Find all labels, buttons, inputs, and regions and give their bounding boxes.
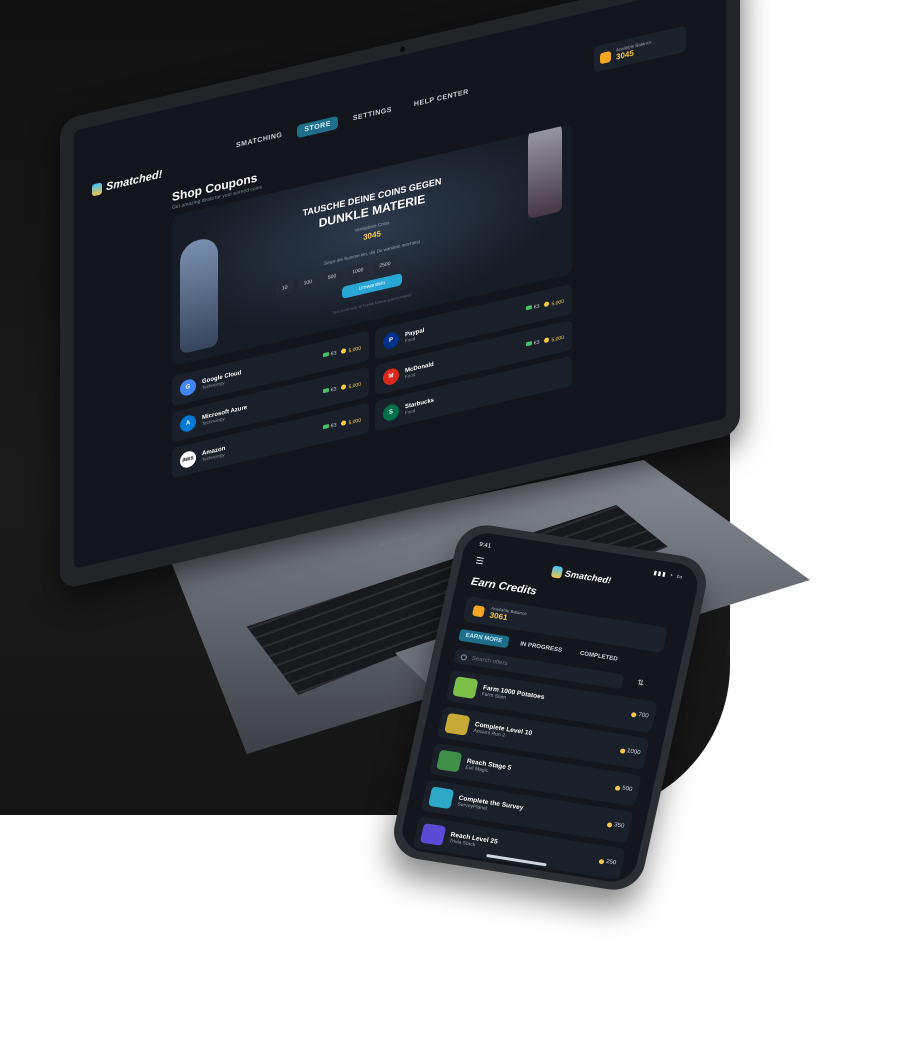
hamburger-menu-icon[interactable]: ☰ bbox=[475, 555, 485, 567]
nav-smatching[interactable]: SMATCHING bbox=[229, 127, 289, 154]
game-thumbnail bbox=[428, 786, 455, 810]
paypal-logo-icon: P bbox=[383, 330, 399, 351]
coupon-price: €3 bbox=[322, 350, 336, 359]
coupon-price: €3 bbox=[322, 422, 336, 431]
warrior-illustration bbox=[528, 123, 562, 219]
coupon-cost: 5,000 bbox=[544, 297, 564, 309]
nav-store[interactable]: STORE bbox=[297, 115, 338, 139]
coin-icon bbox=[630, 711, 637, 718]
coin-icon bbox=[606, 821, 613, 828]
coin-icon bbox=[614, 784, 621, 791]
coin-icon bbox=[544, 300, 550, 307]
robot-illustration bbox=[180, 235, 218, 355]
search-icon bbox=[460, 653, 468, 661]
coin-icon bbox=[341, 419, 347, 426]
logo-text: Smatched! bbox=[563, 568, 613, 586]
game-thumbnail bbox=[444, 712, 471, 736]
balance-card: Available Balance 3045 bbox=[594, 25, 686, 73]
camera-dot bbox=[400, 46, 405, 53]
game-thumbnail bbox=[452, 676, 479, 700]
money-icon bbox=[322, 387, 329, 394]
app-logo[interactable]: Smatched! bbox=[92, 168, 163, 197]
offer-reward: 1000 bbox=[619, 747, 641, 756]
coin-icon bbox=[341, 383, 347, 390]
tab-in-progress[interactable]: IN PROGRESS bbox=[513, 638, 569, 658]
status-time: 9:41 bbox=[478, 541, 492, 550]
status-icons: ▮▮▮ ◔ ▭ bbox=[652, 570, 684, 581]
amount-option[interactable]: 10 bbox=[276, 280, 294, 297]
coupon-cost: 5,000 bbox=[341, 380, 361, 392]
amount-option[interactable]: 1000 bbox=[346, 262, 370, 280]
wallet-icon bbox=[472, 604, 486, 617]
coupon-cost: 5,000 bbox=[341, 344, 361, 356]
azure-logo-icon: A bbox=[180, 413, 196, 434]
coin-icon bbox=[619, 747, 626, 754]
amount-option[interactable]: 100 bbox=[297, 274, 318, 292]
logo-icon bbox=[92, 182, 102, 197]
coin-icon bbox=[598, 858, 605, 864]
coupon-price: €3 bbox=[525, 339, 539, 348]
money-icon bbox=[322, 423, 329, 430]
coin-icon bbox=[341, 347, 347, 354]
amount-option[interactable]: 2500 bbox=[373, 256, 397, 274]
coupon-price: €3 bbox=[322, 386, 336, 395]
tab-completed[interactable]: COMPLETED bbox=[573, 647, 625, 666]
wallet-icon bbox=[600, 50, 611, 64]
offer-reward: 250 bbox=[598, 858, 617, 866]
tab-earn-more[interactable]: EARN MORE bbox=[458, 628, 510, 649]
nav-settings[interactable]: SETTINGS bbox=[346, 102, 399, 127]
offer-list: Farm 1000 Potatoes Farm Slam 700 Complete… bbox=[412, 669, 658, 880]
game-thumbnail bbox=[436, 749, 463, 773]
offer-reward: 350 bbox=[606, 821, 625, 830]
money-icon bbox=[525, 305, 532, 311]
screen-title: Earn Credits bbox=[469, 575, 538, 598]
offer-reward: 700 bbox=[630, 711, 649, 719]
top-nav: SMATCHING STORE SETTINGS HELP CENTER bbox=[229, 84, 476, 154]
coupon-cost: 5,000 bbox=[544, 333, 564, 345]
logo-icon bbox=[550, 565, 564, 579]
starbucks-logo-icon: S bbox=[383, 402, 399, 423]
sort-icon[interactable]: ⇅ bbox=[636, 678, 645, 688]
aws-logo-icon: aws bbox=[180, 449, 196, 470]
coupon-price: €3 bbox=[525, 303, 539, 312]
money-icon bbox=[322, 351, 329, 358]
offer-reward: 500 bbox=[614, 784, 633, 793]
mcdonalds-logo-icon: M bbox=[383, 366, 399, 387]
coupon-cost: 5,000 bbox=[341, 416, 361, 428]
phone-app-logo[interactable]: Smatched! bbox=[550, 565, 613, 587]
money-icon bbox=[525, 341, 532, 347]
logo-text: Smatched! bbox=[106, 168, 163, 194]
game-thumbnail bbox=[419, 823, 447, 846]
google-cloud-logo-icon: G bbox=[180, 377, 196, 398]
nav-help-center[interactable]: HELP CENTER bbox=[407, 84, 476, 113]
amount-option[interactable]: 500 bbox=[321, 268, 343, 286]
coin-icon bbox=[544, 336, 550, 343]
